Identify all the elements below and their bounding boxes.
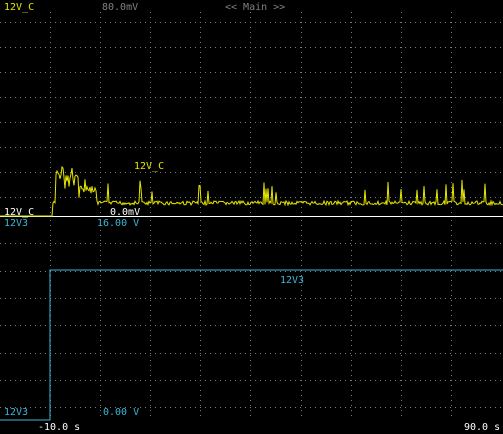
offset-label-12v-c: 0.0mV bbox=[110, 207, 141, 218]
oscilloscope-display[interactable]: 12V_C 80.0mV << Main >> 12V_C 12V_C 0.0m… bbox=[0, 0, 503, 434]
waveform-12v3 bbox=[0, 269, 503, 421]
trace-label-12v3: 12V3 bbox=[280, 275, 305, 286]
waveform-12v-c bbox=[0, 165, 503, 217]
time-axis-end: 90.0 s bbox=[464, 422, 501, 433]
channel-12v-c-trace bbox=[0, 165, 503, 217]
channel-label-12v-c[interactable]: 12V_C bbox=[4, 3, 34, 13]
time-axis-start: -10.0 s bbox=[38, 422, 81, 433]
offset-label-12v3: 0.00 V bbox=[103, 407, 140, 418]
trace-label-12v-c: 12V_C bbox=[134, 161, 165, 172]
channel-12v3-trace bbox=[0, 269, 503, 421]
vertical-scale-label: 80.0mV bbox=[102, 2, 139, 13]
main-view-selector[interactable]: << Main >> bbox=[225, 3, 285, 13]
ground-marker-12v3[interactable]: 12V3 bbox=[4, 408, 28, 418]
waveform-plot[interactable] bbox=[0, 0, 503, 434]
channel-label-12v3[interactable]: 12V3 bbox=[4, 219, 28, 229]
ground-marker-12v-c[interactable]: 12V_C bbox=[4, 208, 34, 218]
vertical-scale-label-12v3: 16.00 V bbox=[97, 218, 140, 229]
